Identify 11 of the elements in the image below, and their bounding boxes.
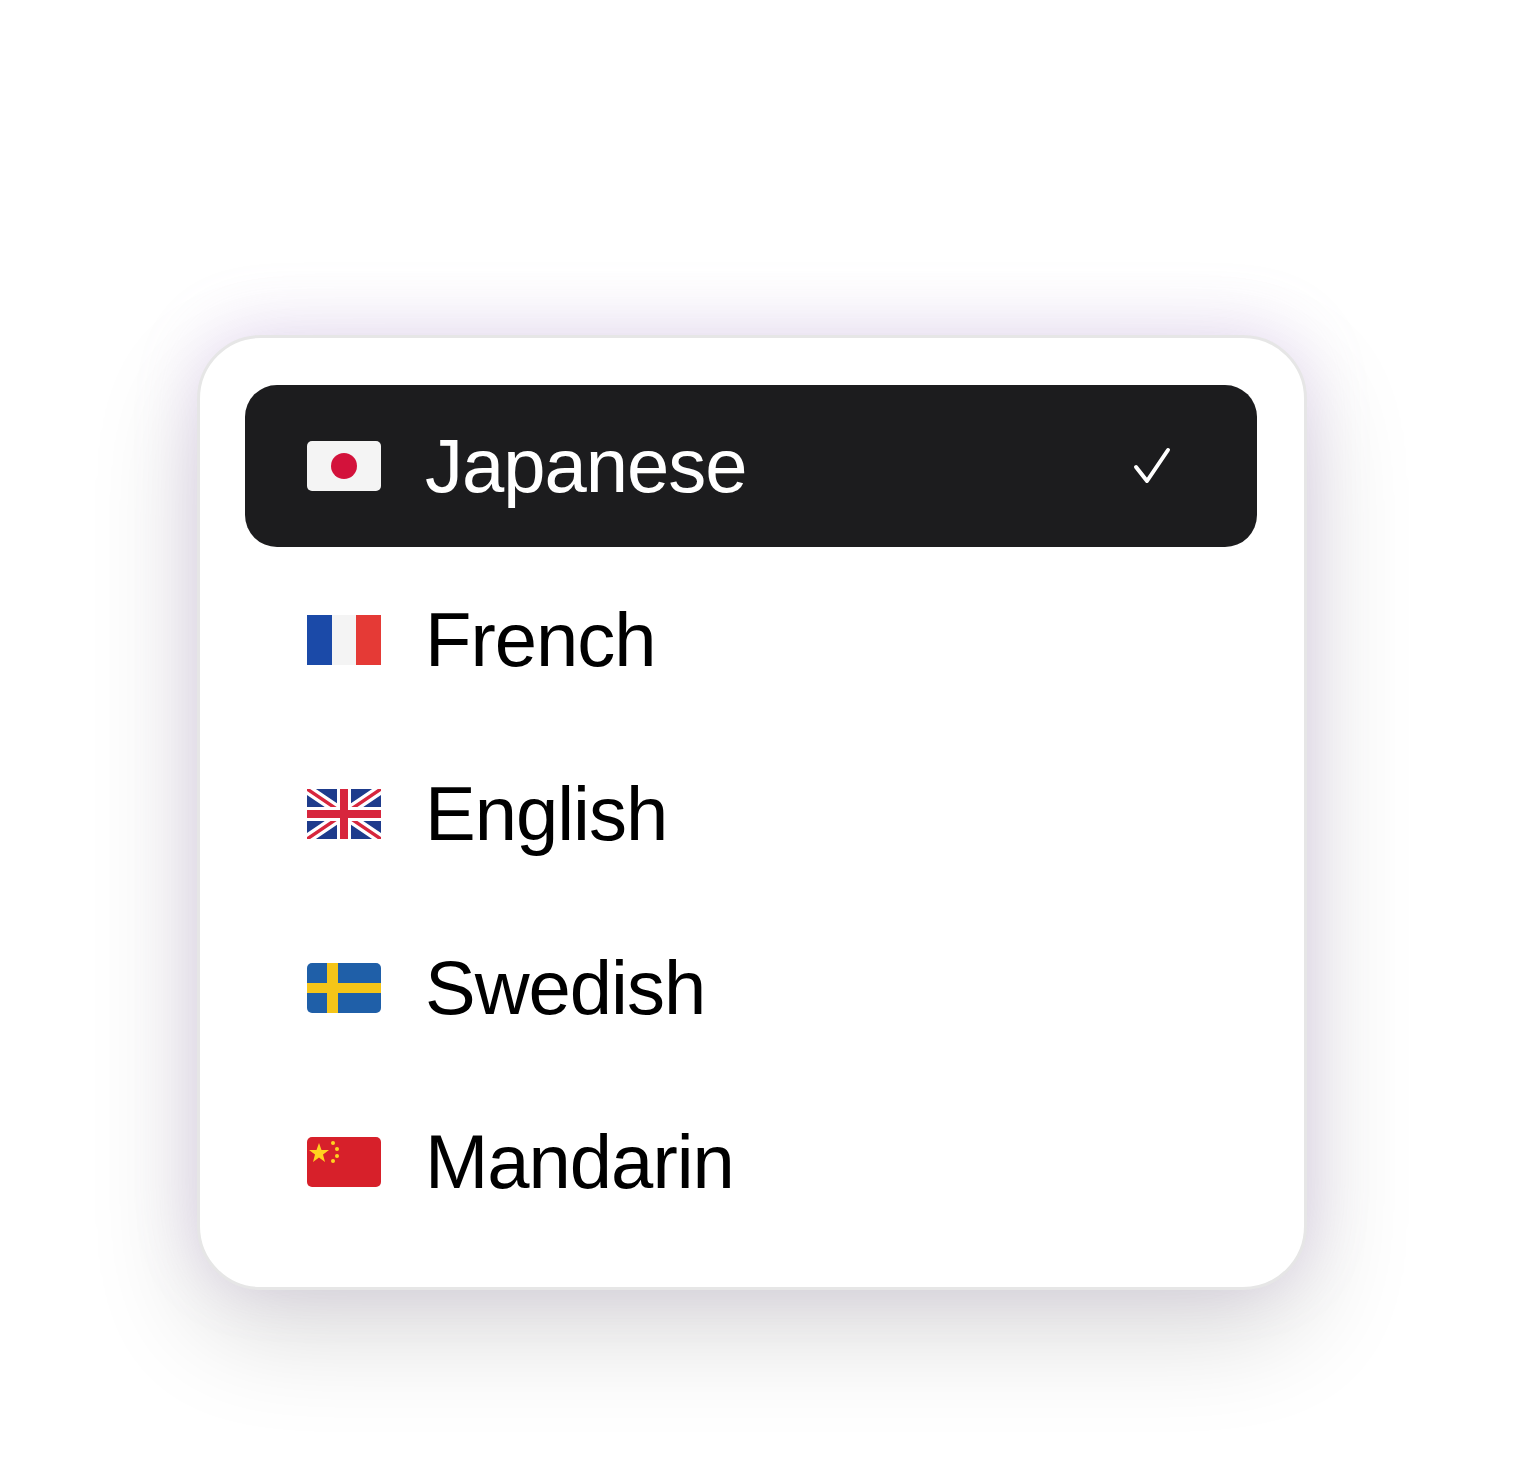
language-option[interactable]: English bbox=[245, 733, 1257, 895]
language-option[interactable]: French bbox=[245, 559, 1257, 721]
japan-flag-icon bbox=[307, 441, 381, 491]
china-flag-icon bbox=[307, 1137, 381, 1187]
uk-flag-icon bbox=[307, 789, 381, 839]
checkmark-icon bbox=[1133, 447, 1171, 485]
language-option[interactable]: Japanese bbox=[245, 385, 1257, 547]
sweden-flag-icon bbox=[307, 963, 381, 1013]
language-option[interactable]: Swedish bbox=[245, 907, 1257, 1069]
france-flag-icon bbox=[307, 615, 381, 665]
language-option[interactable]: Mandarin bbox=[245, 1081, 1257, 1243]
